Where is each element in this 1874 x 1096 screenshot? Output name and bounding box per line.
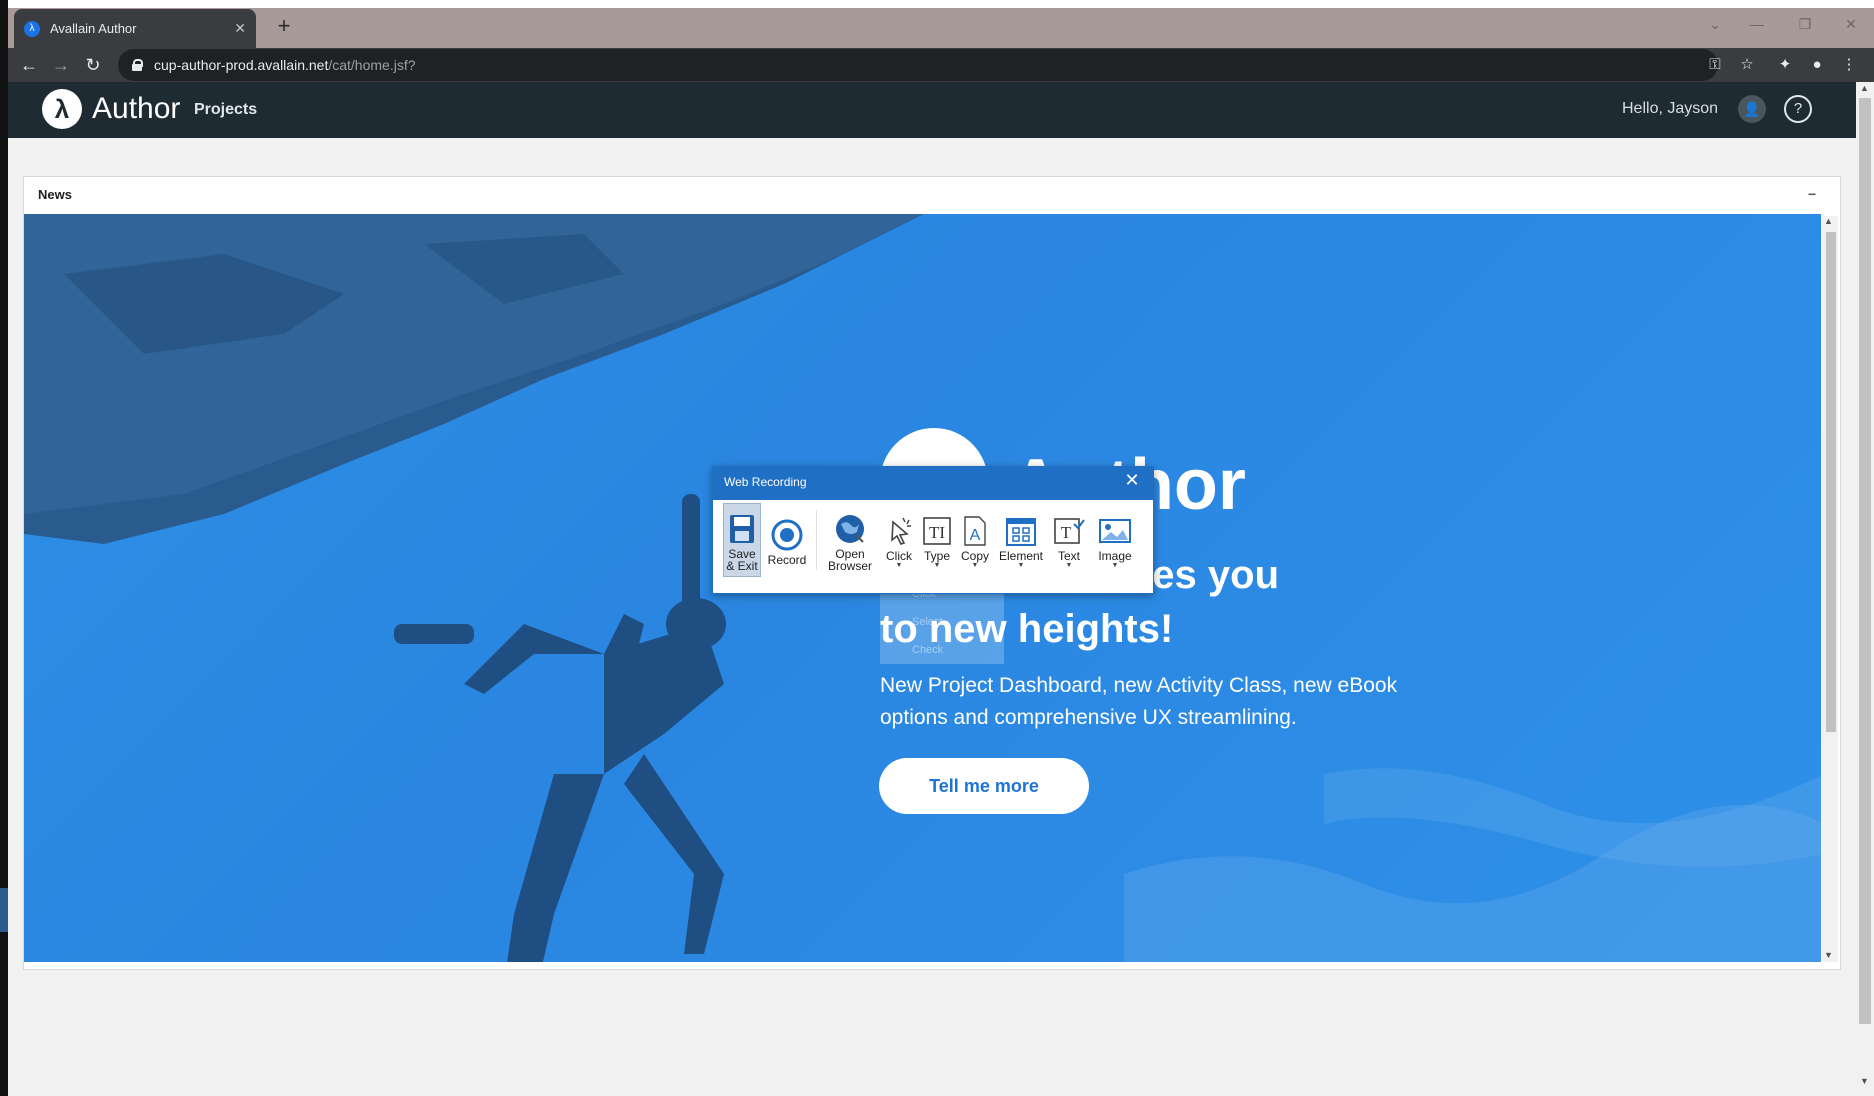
web-recording-title: Web Recording xyxy=(724,475,807,489)
avallain-favicon-icon: λ xyxy=(24,20,40,37)
user-avatar-icon[interactable]: 👤 xyxy=(1738,95,1766,123)
minimize-icon[interactable]: — xyxy=(1742,12,1772,36)
forward-icon[interactable]: → xyxy=(46,50,76,80)
chevron-down-icon: ▼ xyxy=(1065,562,1073,569)
element-button[interactable]: Element ▼ xyxy=(994,504,1048,576)
window-close-icon[interactable]: ✕ xyxy=(1836,12,1866,36)
scroll-up-arrow-icon[interactable]: ▲ xyxy=(1824,216,1833,226)
save-exit-label-2: & Exit xyxy=(726,559,758,573)
click-cursor-icon xyxy=(891,517,911,545)
news-scrollbar-thumb[interactable] xyxy=(1826,232,1836,732)
text-check-icon: T xyxy=(1054,518,1085,544)
globe-icon xyxy=(836,515,864,543)
chevron-down-icon: ▼ xyxy=(895,562,903,569)
click-label: Click xyxy=(886,549,912,563)
chevron-down-icon: ▼ xyxy=(1017,562,1025,569)
ghost-menu-item: Check xyxy=(912,644,944,656)
profile-icon[interactable]: ● xyxy=(1802,50,1832,80)
image-label: Image xyxy=(1098,549,1132,563)
url-path: /cat/home.jsf? xyxy=(328,57,416,73)
bookmark-star-icon[interactable]: ☆ xyxy=(1732,50,1762,80)
record-icon xyxy=(771,519,803,551)
type-text-icon: TI xyxy=(923,517,951,545)
browser-menu-icon[interactable]: ⋮ xyxy=(1834,50,1864,80)
open-browser-label-2: Browser xyxy=(827,559,872,573)
help-icon[interactable]: ? xyxy=(1784,95,1812,123)
dialog-close-icon[interactable]: ✕ xyxy=(1120,470,1144,491)
url-host: cup-author-prod.avallain.net xyxy=(154,57,329,73)
svg-text:A: A xyxy=(970,527,981,544)
click-button[interactable]: Click ▼ xyxy=(880,504,918,576)
ghost-menu-item: Select xyxy=(912,616,943,628)
back-icon[interactable]: ← xyxy=(14,50,44,80)
extensions-puzzle-icon[interactable]: ✦ xyxy=(1770,50,1800,80)
record-label: Record xyxy=(767,553,807,567)
author-logo-icon[interactable]: λ xyxy=(42,89,82,129)
tab-close-icon[interactable]: ✕ xyxy=(234,20,246,37)
tell-me-more-button[interactable]: Tell me more xyxy=(879,758,1089,814)
news-panel-title: News xyxy=(38,187,72,202)
address-bar[interactable]: cup-author-prod.avallain.net/cat/home.js… xyxy=(118,49,1718,81)
lock-icon xyxy=(132,59,143,71)
page-scroll-up-icon[interactable]: ▲ xyxy=(1860,83,1869,93)
chevron-down-icon: ▼ xyxy=(933,562,941,569)
banner-description: New Project Dashboard, new Activity Clas… xyxy=(880,674,1398,729)
svg-text:T: T xyxy=(1061,523,1072,542)
app-brand: Author xyxy=(92,92,181,125)
save-exit-button[interactable]: Save & Exit xyxy=(723,503,761,577)
browser-tab[interactable]: λ Avallain Author ✕ xyxy=(14,9,256,48)
image-icon xyxy=(1099,519,1131,543)
svg-text:TI: TI xyxy=(929,523,945,542)
type-label: Type xyxy=(923,549,950,563)
record-button[interactable]: Record xyxy=(764,504,810,576)
restore-icon[interactable]: ❐ xyxy=(1790,12,1820,36)
collapse-panel-button[interactable]: − xyxy=(1808,186,1816,202)
page-scrollbar-thumb[interactable] xyxy=(1859,98,1871,1024)
chevron-down-icon: ▼ xyxy=(971,562,979,569)
app-header xyxy=(8,82,1856,138)
type-button[interactable]: TI Type ▼ xyxy=(918,504,956,576)
screen-edge-marker xyxy=(0,888,8,932)
greeting: Hello, Jayson xyxy=(1622,100,1719,117)
toolbar-separator xyxy=(816,510,817,570)
climber-image xyxy=(394,494,726,962)
copy-label: Copy xyxy=(960,549,989,563)
scroll-down-arrow-icon[interactable]: ▼ xyxy=(1824,950,1833,960)
page-scroll-down-icon[interactable]: ▼ xyxy=(1860,1076,1869,1086)
tab-search-icon[interactable]: ⌄ xyxy=(1700,12,1730,36)
save-disk-icon xyxy=(730,515,754,543)
key-icon[interactable]: ⚿ xyxy=(1700,50,1730,80)
text-label: Text xyxy=(1057,549,1080,563)
tab-title: Avallain Author xyxy=(50,21,137,36)
text-button[interactable]: T Text ▼ xyxy=(1048,504,1090,576)
element-label: Element xyxy=(998,549,1044,563)
image-button[interactable]: Image ▼ xyxy=(1090,504,1140,576)
rock-texture-image xyxy=(1124,768,1821,962)
reload-icon[interactable]: ↻ xyxy=(78,50,108,80)
copy-button[interactable]: A Copy ▼ xyxy=(956,504,994,576)
new-tab-button[interactable]: + xyxy=(270,12,298,40)
copy-document-icon: A xyxy=(964,516,986,546)
chevron-down-icon: ▼ xyxy=(1111,562,1119,569)
open-browser-button[interactable]: Open Browser xyxy=(822,504,878,576)
nav-projects[interactable]: Projects xyxy=(194,101,257,119)
element-grid-icon xyxy=(1006,518,1036,546)
